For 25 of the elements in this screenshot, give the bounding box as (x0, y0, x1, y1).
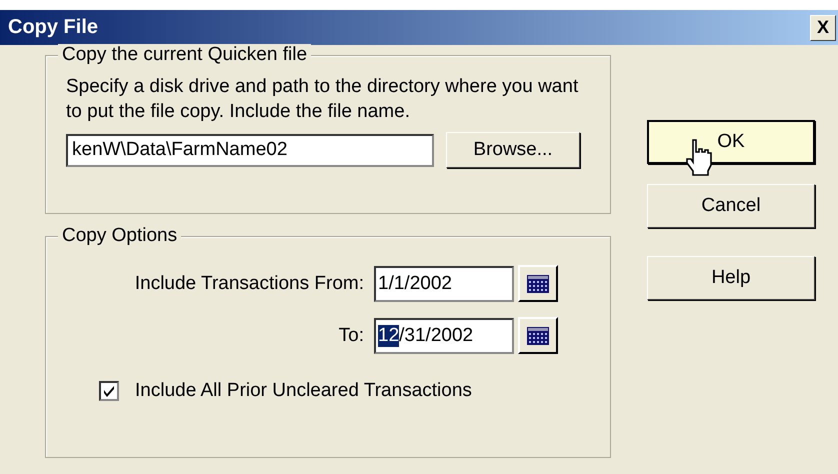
hand-cursor-icon (685, 138, 715, 178)
date-text: 1/1/2002 (378, 272, 452, 294)
group-legend: Copy the current Quicken file (58, 44, 312, 66)
date-label: To: (338, 324, 364, 346)
checkmark-icon (102, 384, 116, 398)
calendar-icon (527, 274, 549, 292)
close-button[interactable]: X (810, 14, 836, 40)
instructions-text: Specify a disk drive and path to the directory where you want to put the file copy. Include the file name. (66, 75, 580, 124)
window-title: Copy File (8, 16, 98, 39)
date-field[interactable]: 1/1/2002 (374, 266, 514, 302)
browse-button[interactable]: Browse... (446, 132, 580, 168)
date-field[interactable]: 12/31/2002 (374, 318, 514, 354)
date-label: Include Transactions From: (134, 272, 364, 294)
group-legend: Copy Options (58, 225, 182, 247)
dialog-button[interactable]: Help (647, 256, 815, 300)
calendar-icon (527, 326, 549, 344)
dialog-button[interactable]: Cancel (647, 184, 815, 228)
checkbox[interactable] (99, 381, 119, 401)
calendar-button[interactable] (518, 265, 558, 302)
checkbox-label[interactable]: Include All Prior Uncleared Transactions (135, 380, 472, 402)
dialog-button[interactable]: OK (647, 120, 815, 164)
path-field[interactable]: kenW\Data\FarmName02 (66, 134, 434, 166)
date-text: 12 (378, 324, 400, 346)
date-text: /31/2002 (399, 324, 474, 346)
calendar-button[interactable] (518, 317, 558, 354)
